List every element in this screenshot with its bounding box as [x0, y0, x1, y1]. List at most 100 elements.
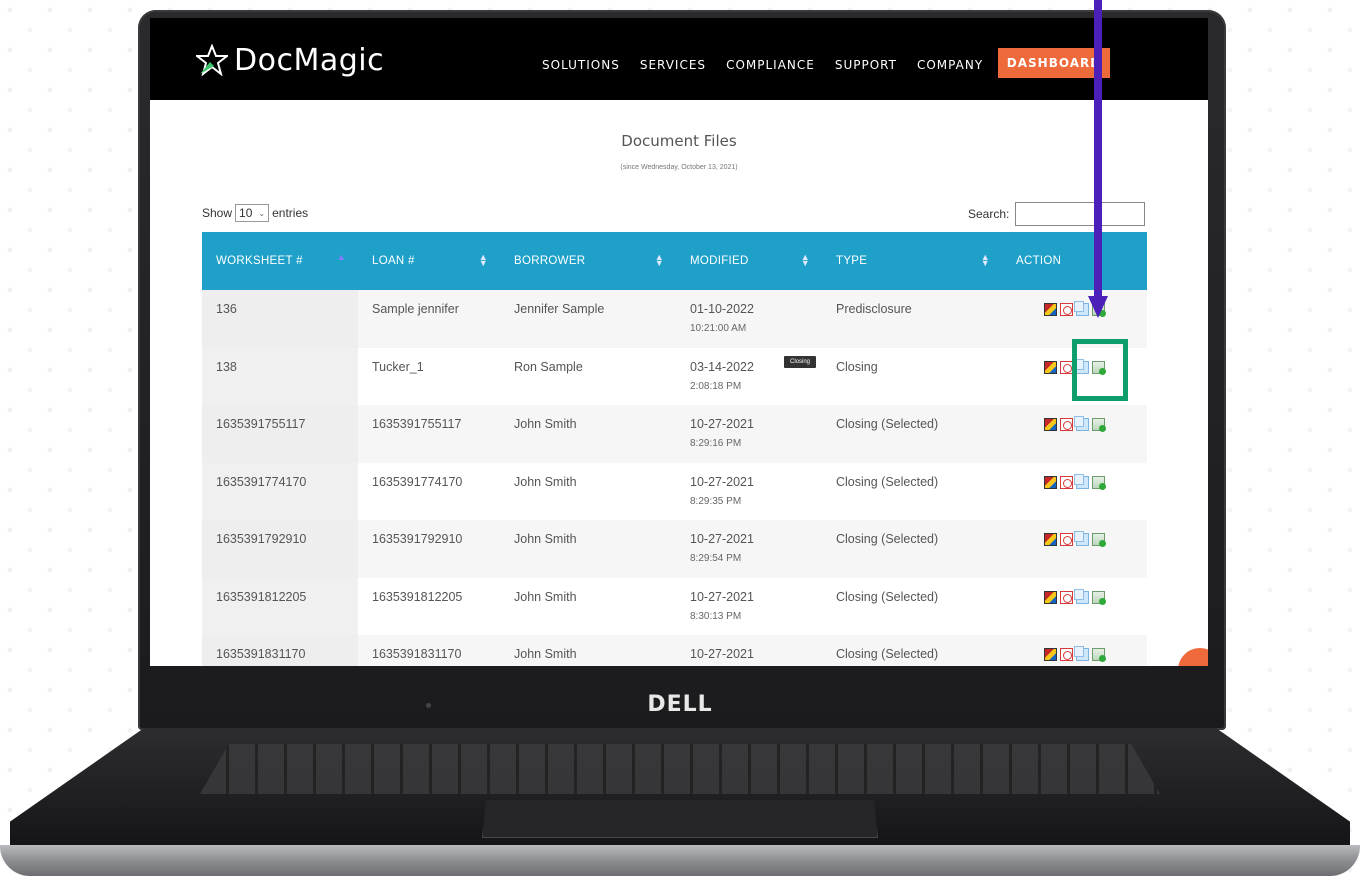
download-icon[interactable] [1092, 475, 1106, 490]
table-row: 138 Tucker_1 Ron Sample 03-14-2022 2:08:1… [202, 347, 1147, 405]
pdf-icon[interactable] [1060, 303, 1073, 316]
nav-compliance[interactable]: COMPLIANCE [726, 58, 815, 72]
document-icon[interactable] [1044, 360, 1057, 374]
show-entries-control: Show 10 ⌄ entries [202, 204, 308, 222]
sort-icon: ▲ ▼ [800, 252, 810, 268]
cell-borrower: John Smith [500, 405, 676, 463]
modified-date: 01-10-2022 [690, 302, 754, 316]
cell-borrower: John Smith [500, 635, 676, 666]
table-row: 1635391755117 1635391755117 John Smith 1… [202, 405, 1147, 463]
sort-icon: ▲ ▼ [478, 252, 488, 268]
laptop-base-edge [0, 845, 1360, 876]
show-label: Show [202, 206, 233, 220]
entries-select[interactable]: 10 ⌄ [235, 204, 270, 222]
pdf-icon[interactable] [1060, 590, 1073, 604]
cell-modified: 10-27-2021 8:29:54 PM [676, 520, 822, 578]
copy-icon[interactable] [1074, 473, 1089, 489]
modified-date: 03-14-2022 [690, 359, 754, 374]
document-icon[interactable] [1044, 533, 1057, 546]
cell-type: Closing (Selected) [822, 577, 1002, 635]
tooltip: Closing [784, 356, 817, 368]
cell-type: Closing (Selected) [822, 405, 1002, 463]
pdf-icon[interactable] [1060, 648, 1073, 661]
page-subtitle: (since Wednesday, October 13, 2021) [620, 164, 738, 171]
cell-worksheet: 1635391812205 [202, 577, 358, 635]
document-icon[interactable] [1044, 418, 1057, 431]
cell-loan: Tucker_1 [358, 347, 500, 405]
search-label: Search: [968, 207, 1010, 221]
download-icon[interactable] [1092, 590, 1106, 605]
sort-asc-icon: ▲ [336, 252, 346, 262]
download-icon[interactable] [1092, 648, 1106, 662]
document-icon[interactable] [1044, 590, 1057, 604]
header-loan[interactable]: LOAN # ▲ ▼ [358, 232, 500, 290]
download-icon[interactable] [1092, 418, 1106, 432]
modified-date: 10-27-2021 [690, 532, 754, 546]
cell-modified: 10-27-2021 [676, 635, 822, 666]
cell-borrower: Jennifer Sample [500, 290, 676, 348]
table-header-row: WORKSHEET # ▲ LOAN # ▲ ▼ BORROWER ▲ ▼ MODIFIE… [202, 232, 1147, 290]
table-row: 1635391831170 1635391831170 John Smith 1… [202, 635, 1147, 666]
cell-worksheet: 1635391774170 [202, 462, 358, 520]
laptop-screen: DocMagic SOLUTIONS SERVICES COMPLIANCE S… [150, 18, 1208, 666]
header-worksheet[interactable]: WORKSHEET # ▲ [202, 232, 358, 290]
cell-borrower: John Smith [500, 520, 676, 578]
table-row: 1635391774170 1635391774170 John Smith 1… [202, 462, 1147, 520]
pdf-icon[interactable] [1060, 418, 1073, 431]
header-borrower[interactable]: BORROWER ▲ ▼ [500, 232, 676, 290]
cell-action [1002, 520, 1147, 578]
pdf-icon[interactable] [1060, 533, 1073, 546]
modified-time: 8:29:16 PM [690, 438, 742, 449]
download-icon[interactable] [1092, 533, 1106, 547]
cell-worksheet: 136 [202, 290, 358, 348]
document-icon[interactable] [1044, 648, 1057, 661]
chat-widget-button[interactable] [1178, 648, 1208, 666]
cell-borrower: Ron Sample [500, 347, 676, 405]
cell-loan: 1635391755117 [358, 405, 500, 463]
cell-borrower: John Smith [500, 462, 676, 520]
copy-icon[interactable] [1074, 588, 1089, 604]
top-navbar: DocMagic SOLUTIONS SERVICES COMPLIANCE S… [150, 18, 1208, 100]
search-control: Search: [968, 202, 1146, 226]
header-modified[interactable]: MODIFIED ▲ ▼ [676, 232, 822, 290]
cell-loan: 1635391792910 [358, 520, 500, 578]
chevron-down-icon: ⌄ [258, 208, 266, 218]
modified-date: 10-27-2021 [690, 474, 754, 489]
copy-icon[interactable] [1074, 531, 1089, 546]
pdf-icon[interactable] [1060, 475, 1073, 489]
cell-type: Closing [822, 347, 1002, 405]
annotation-arrow-line [1094, 0, 1102, 298]
modified-time: 8:30:13 PM [690, 610, 742, 622]
modified-time: 8:29:54 PM [690, 553, 742, 564]
dell-logo: DELL [647, 692, 713, 717]
nav-solutions[interactable]: SOLUTIONS [542, 58, 620, 72]
cell-worksheet: 138 [202, 347, 358, 405]
document-icon[interactable] [1044, 303, 1057, 316]
copy-icon[interactable] [1074, 416, 1089, 431]
main-nav: SOLUTIONS SERVICES COMPLIANCE SUPPORT CO… [542, 58, 1003, 72]
cell-worksheet: 1635391831170 [202, 635, 358, 666]
cell-action [1002, 405, 1147, 463]
cell-type: Predisclosure [822, 290, 1002, 348]
nav-support[interactable]: SUPPORT [835, 58, 897, 72]
sort-icon: ▲ ▼ [654, 252, 664, 268]
table-row: 1635391812205 1635391812205 John Smith 1… [202, 577, 1147, 635]
cell-loan: 1635391812205 [358, 577, 500, 635]
annotation-arrow-head [1088, 296, 1108, 318]
brand-name: DocMagic [234, 42, 385, 78]
document-icon[interactable] [1044, 475, 1057, 489]
header-type[interactable]: TYPE ▲ ▼ [822, 232, 1002, 290]
cell-type: Closing (Selected) [822, 520, 1002, 578]
docmagic-logo[interactable]: DocMagic [196, 42, 384, 78]
cell-borrower: John Smith [500, 577, 676, 635]
header-action: ACTION [1002, 232, 1147, 290]
search-input[interactable] [1015, 202, 1146, 226]
copy-icon[interactable] [1074, 646, 1089, 661]
document-files-table: WORKSHEET # ▲ LOAN # ▲ ▼ BORROWER ▲ ▼ MODIFIE… [202, 232, 1147, 666]
laptop-keyboard [200, 744, 1160, 794]
cell-action [1002, 577, 1147, 635]
entries-value: 10 [239, 206, 253, 220]
nav-company[interactable]: COMPANY [917, 58, 983, 72]
modified-time: 10:21:00 AM [690, 323, 747, 334]
nav-services[interactable]: SERVICES [640, 58, 706, 72]
